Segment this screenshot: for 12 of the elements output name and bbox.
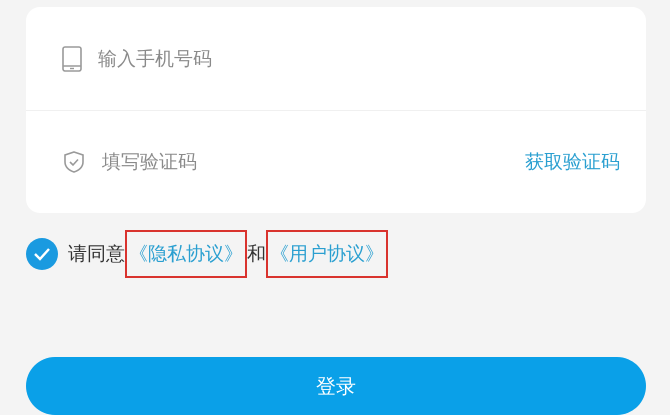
get-code-link[interactable]: 获取验证码 <box>525 149 620 175</box>
phone-input-field[interactable]: 输入手机号码 <box>96 46 620 70</box>
phone-icon <box>62 46 82 72</box>
agreement-link[interactable]: 《用户协议》 <box>266 230 388 278</box>
agreement-text: 请同意 <box>68 242 125 267</box>
login-button[interactable]: 登录 <box>26 357 646 415</box>
agree-checkbox[interactable] <box>26 238 58 270</box>
agreement-text: 和 <box>247 242 266 267</box>
verification-code-input-field[interactable]: 填写验证码 <box>100 150 511 174</box>
checkmark-icon <box>33 247 51 261</box>
shield-check-icon <box>62 150 86 174</box>
agreement-link[interactable]: 《隐私协议》 <box>125 230 247 278</box>
